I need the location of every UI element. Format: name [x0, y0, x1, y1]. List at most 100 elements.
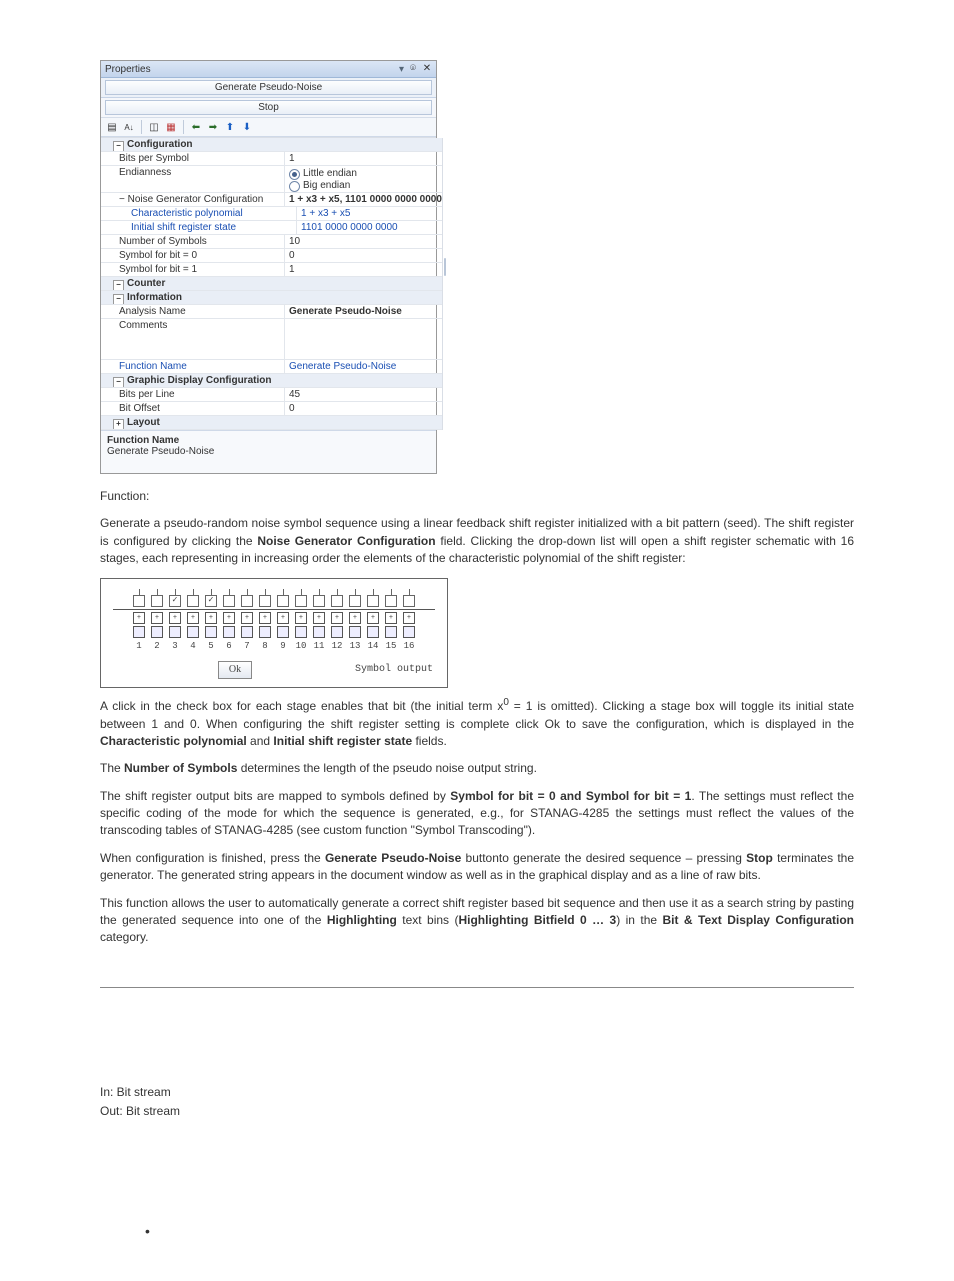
scrollbar[interactable]: [442, 138, 443, 430]
sr-checkbox-12[interactable]: [331, 595, 343, 607]
sr-stage-15[interactable]: [385, 626, 397, 638]
sr-xor-4: +: [187, 612, 199, 624]
sr-checkbox-8[interactable]: [259, 595, 271, 607]
arrow-right-icon[interactable]: ➡: [206, 120, 220, 134]
paragraph-1: Generate a pseudo-random noise symbol se…: [100, 515, 854, 567]
row-endianness[interactable]: Endianness Little endian Big endian: [101, 166, 442, 193]
sort-az-icon[interactable]: A↓: [122, 120, 136, 134]
sr-tap-1[interactable]: [131, 589, 147, 607]
sr-checkbox-3[interactable]: [169, 595, 181, 607]
sr-checkbox-1[interactable]: [133, 595, 145, 607]
sr-tap-3[interactable]: [167, 589, 183, 607]
sr-tap-16[interactable]: [401, 589, 417, 607]
row-bit-offset[interactable]: Bit Offset 0: [101, 402, 442, 416]
sr-xor-3: +: [169, 612, 181, 624]
sr-stage-1[interactable]: [133, 626, 145, 638]
paragraph-5: When configuration is finished, press th…: [100, 850, 854, 885]
arrow-down-icon[interactable]: ⬇: [240, 120, 254, 134]
sr-tap-9[interactable]: [275, 589, 291, 607]
sr-checkbox-10[interactable]: [295, 595, 307, 607]
sr-tap-6[interactable]: [221, 589, 237, 607]
stop-button[interactable]: Stop: [105, 100, 431, 115]
arrow-left-icon[interactable]: ⬅: [189, 120, 203, 134]
grid-icon[interactable]: ◫: [147, 120, 161, 134]
sr-stage-10[interactable]: [295, 626, 307, 638]
sr-stage-number: 10: [293, 640, 309, 653]
generate-button[interactable]: Generate Pseudo-Noise: [105, 80, 431, 95]
sr-tap-8[interactable]: [257, 589, 273, 607]
sr-checkbox-7[interactable]: [241, 595, 253, 607]
row-bits-per-symbol[interactable]: Bits per Symbol 1: [101, 152, 442, 166]
stop-row: Stop: [101, 98, 436, 118]
sr-tap-13[interactable]: [347, 589, 363, 607]
scrollbar-thumb[interactable]: [444, 258, 446, 276]
arrow-up-icon[interactable]: ⬆: [223, 120, 237, 134]
page-icon[interactable]: ▦: [164, 120, 178, 134]
section-graphic-display[interactable]: −Graphic Display Configuration: [101, 374, 442, 388]
sr-checkbox-4[interactable]: [187, 595, 199, 607]
sr-tap-10[interactable]: [293, 589, 309, 607]
sr-checkbox-13[interactable]: [349, 595, 361, 607]
panel-dropdown-icon[interactable]: ▾: [399, 64, 404, 75]
sr-stage-4[interactable]: [187, 626, 199, 638]
radio-big-endian[interactable]: Big endian: [289, 180, 442, 192]
pin-icon[interactable]: ⌾: [408, 64, 418, 74]
shift-register-schematic: ++++++++++++++++ 12345678910111213141516…: [100, 578, 448, 689]
sr-stage-16[interactable]: [403, 626, 415, 638]
row-initial-shift-register-state[interactable]: Initial shift register state 1101 0000 0…: [101, 221, 442, 235]
sr-tap-2[interactable]: [149, 589, 165, 607]
row-number-of-symbols[interactable]: Number of Symbols 10: [101, 235, 442, 249]
sr-stage-11[interactable]: [313, 626, 325, 638]
sr-checkbox-6[interactable]: [223, 595, 235, 607]
sr-tap-4[interactable]: [185, 589, 201, 607]
row-characteristic-polynomial[interactable]: Characteristic polynomial 1 + x3 + x5: [101, 207, 442, 221]
sr-tap-5[interactable]: [203, 589, 219, 607]
radio-little-endian[interactable]: Little endian: [289, 168, 442, 180]
sr-tap-7[interactable]: [239, 589, 255, 607]
sr-xor-8: +: [259, 612, 271, 624]
sr-stage-9[interactable]: [277, 626, 289, 638]
function-heading: Function:: [100, 488, 854, 505]
row-analysis-name[interactable]: Analysis Name Generate Pseudo-Noise: [101, 305, 442, 319]
close-icon[interactable]: ✕: [422, 64, 432, 74]
sr-checkbox-5[interactable]: [205, 595, 217, 607]
row-bits-per-line[interactable]: Bits per Line 45: [101, 388, 442, 402]
sr-tap-11[interactable]: [311, 589, 327, 607]
schematic-ok-button[interactable]: Ok: [218, 661, 252, 680]
sr-stage-3[interactable]: [169, 626, 181, 638]
section-layout[interactable]: +Layout: [101, 416, 442, 430]
sr-tap-15[interactable]: [383, 589, 399, 607]
sr-stage-5[interactable]: [205, 626, 217, 638]
section-information[interactable]: −Information: [101, 291, 442, 305]
sr-stage-number: 1: [131, 640, 147, 653]
sr-checkbox-9[interactable]: [277, 595, 289, 607]
categorized-icon[interactable]: ▤: [105, 120, 119, 134]
sr-stage-8[interactable]: [259, 626, 271, 638]
io-out: Out: Bit stream: [100, 1102, 854, 1121]
row-noise-gen-config[interactable]: − Noise Generator Configuration 1 + x3 +…: [101, 193, 442, 207]
sr-stage-6[interactable]: [223, 626, 235, 638]
sr-stage-2[interactable]: [151, 626, 163, 638]
sr-tap-12[interactable]: [329, 589, 345, 607]
sr-stage-7[interactable]: [241, 626, 253, 638]
sr-checkbox-11[interactable]: [313, 595, 325, 607]
sr-checkbox-2[interactable]: [151, 595, 163, 607]
sr-checkbox-16[interactable]: [403, 595, 415, 607]
row-symbol-for-bit-0[interactable]: Symbol for bit = 0 0: [101, 249, 442, 263]
sr-xor-6: +: [223, 612, 235, 624]
section-configuration[interactable]: −Configuration: [101, 138, 442, 152]
sr-xor-11: +: [313, 612, 325, 624]
row-comments[interactable]: Comments: [101, 319, 442, 360]
row-function-name[interactable]: Function Name Generate Pseudo-Noise: [101, 360, 442, 374]
sr-stage-number: 4: [185, 640, 201, 653]
sr-stage-12[interactable]: [331, 626, 343, 638]
section-counter[interactable]: −Counter: [101, 277, 442, 291]
sr-checkbox-14[interactable]: [367, 595, 379, 607]
sr-stage-number: 8: [257, 640, 273, 653]
sr-checkbox-15[interactable]: [385, 595, 397, 607]
row-symbol-for-bit-1[interactable]: Symbol for bit = 1 1: [101, 263, 442, 277]
sr-stage-13[interactable]: [349, 626, 361, 638]
sr-stage-14[interactable]: [367, 626, 379, 638]
sr-xor-9: +: [277, 612, 289, 624]
sr-tap-14[interactable]: [365, 589, 381, 607]
